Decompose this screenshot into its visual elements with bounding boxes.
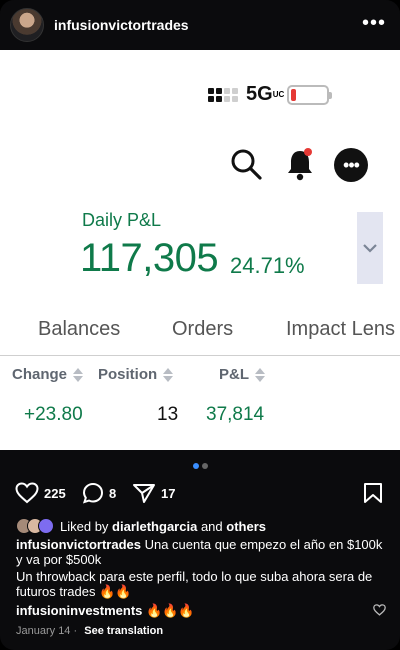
bookmark-action[interactable] (363, 482, 383, 504)
more-options-icon[interactable]: ••• (334, 148, 368, 182)
tab-impact-lens[interactable]: Impact Lens (286, 318, 395, 341)
column-change-label: Change (12, 366, 68, 383)
post-meta: January 14 · See translation (16, 625, 163, 637)
tab-orders[interactable]: Orders (172, 318, 233, 341)
meta-separator: · (73, 625, 78, 637)
column-pl[interactable]: P&L (219, 366, 265, 383)
signal-icon (208, 87, 238, 102)
liked-by-prefix: Liked by (60, 518, 109, 534)
instagram-post: infusionvictortrades ••• 5G UC ••• Daily… (0, 0, 400, 650)
post-username[interactable]: infusionvictortrades (54, 17, 189, 33)
post-header: infusionvictortrades ••• (0, 0, 400, 50)
chevron-down-icon[interactable] (357, 212, 383, 284)
caption-text-2: Un throwback para este perfil, todo lo q… (16, 569, 373, 599)
comment-like-icon[interactable] (373, 603, 386, 621)
like-count: 225 (44, 485, 66, 501)
daily-pl-label: Daily P&L (82, 210, 162, 230)
carousel-dot (202, 463, 208, 469)
tab-balances[interactable]: Balances (38, 318, 120, 341)
comment-username[interactable]: infusioninvestments (16, 603, 142, 618)
daily-pl-value: 117,305 (80, 236, 219, 280)
network-label: 5G (246, 83, 273, 105)
comment-text: 🔥🔥🔥 (146, 603, 195, 618)
comment-icon (82, 482, 104, 504)
column-change[interactable]: Change (12, 366, 84, 383)
comment-action[interactable]: 8 (82, 482, 116, 504)
cell-change: +23.80 (24, 404, 83, 425)
bookmark-icon (364, 483, 382, 503)
share-action[interactable]: 17 (132, 482, 175, 504)
column-pl-label: P&L (219, 366, 249, 383)
column-position-label: Position (98, 366, 158, 383)
search-icon[interactable] (228, 146, 264, 182)
sort-icon (73, 367, 84, 383)
status-bar: 5G UC (208, 83, 332, 106)
column-position[interactable]: Position (98, 366, 174, 383)
cell-pl: 37,814 (206, 404, 265, 425)
comment-row: infusioninvestments 🔥🔥🔥 (16, 603, 195, 619)
user-avatar[interactable] (10, 8, 44, 42)
battery-fill (290, 88, 296, 101)
cell-position: 13 (157, 404, 179, 425)
more-dots-icon[interactable]: ••• (362, 13, 386, 33)
network-suffix: UC (272, 89, 285, 99)
caption-username[interactable]: infusionvictortrades (16, 537, 141, 552)
liked-by-user[interactable]: diarlethgarcia (112, 519, 197, 534)
liked-by-others[interactable]: others (226, 519, 266, 534)
tab-bar: Balances Orders Impact Lens (0, 312, 400, 356)
liker-avatar (38, 518, 54, 534)
post-image: 5G UC ••• Daily P&L 117,305 24.71% Balan… (0, 50, 400, 450)
post-date: January 14 (16, 625, 71, 637)
battery-icon (286, 84, 332, 105)
send-icon (133, 484, 155, 503)
sort-icon (255, 367, 265, 383)
heart-icon (15, 482, 39, 504)
share-count: 17 (161, 485, 176, 501)
comment-count: 8 (109, 485, 117, 501)
daily-pl-percent: 24.71% (230, 253, 305, 278)
liked-by-row: Liked by diarlethgarcia and others (16, 518, 266, 534)
like-action[interactable]: 225 (15, 482, 66, 504)
carousel-dot-active (193, 463, 199, 469)
see-translation-link[interactable]: See translation (84, 625, 163, 637)
sort-icon (163, 367, 174, 383)
liked-by-conj: and (200, 518, 223, 534)
bell-icon[interactable] (282, 146, 318, 182)
caption: infusionvictortrades Una cuenta que empe… (16, 537, 386, 567)
